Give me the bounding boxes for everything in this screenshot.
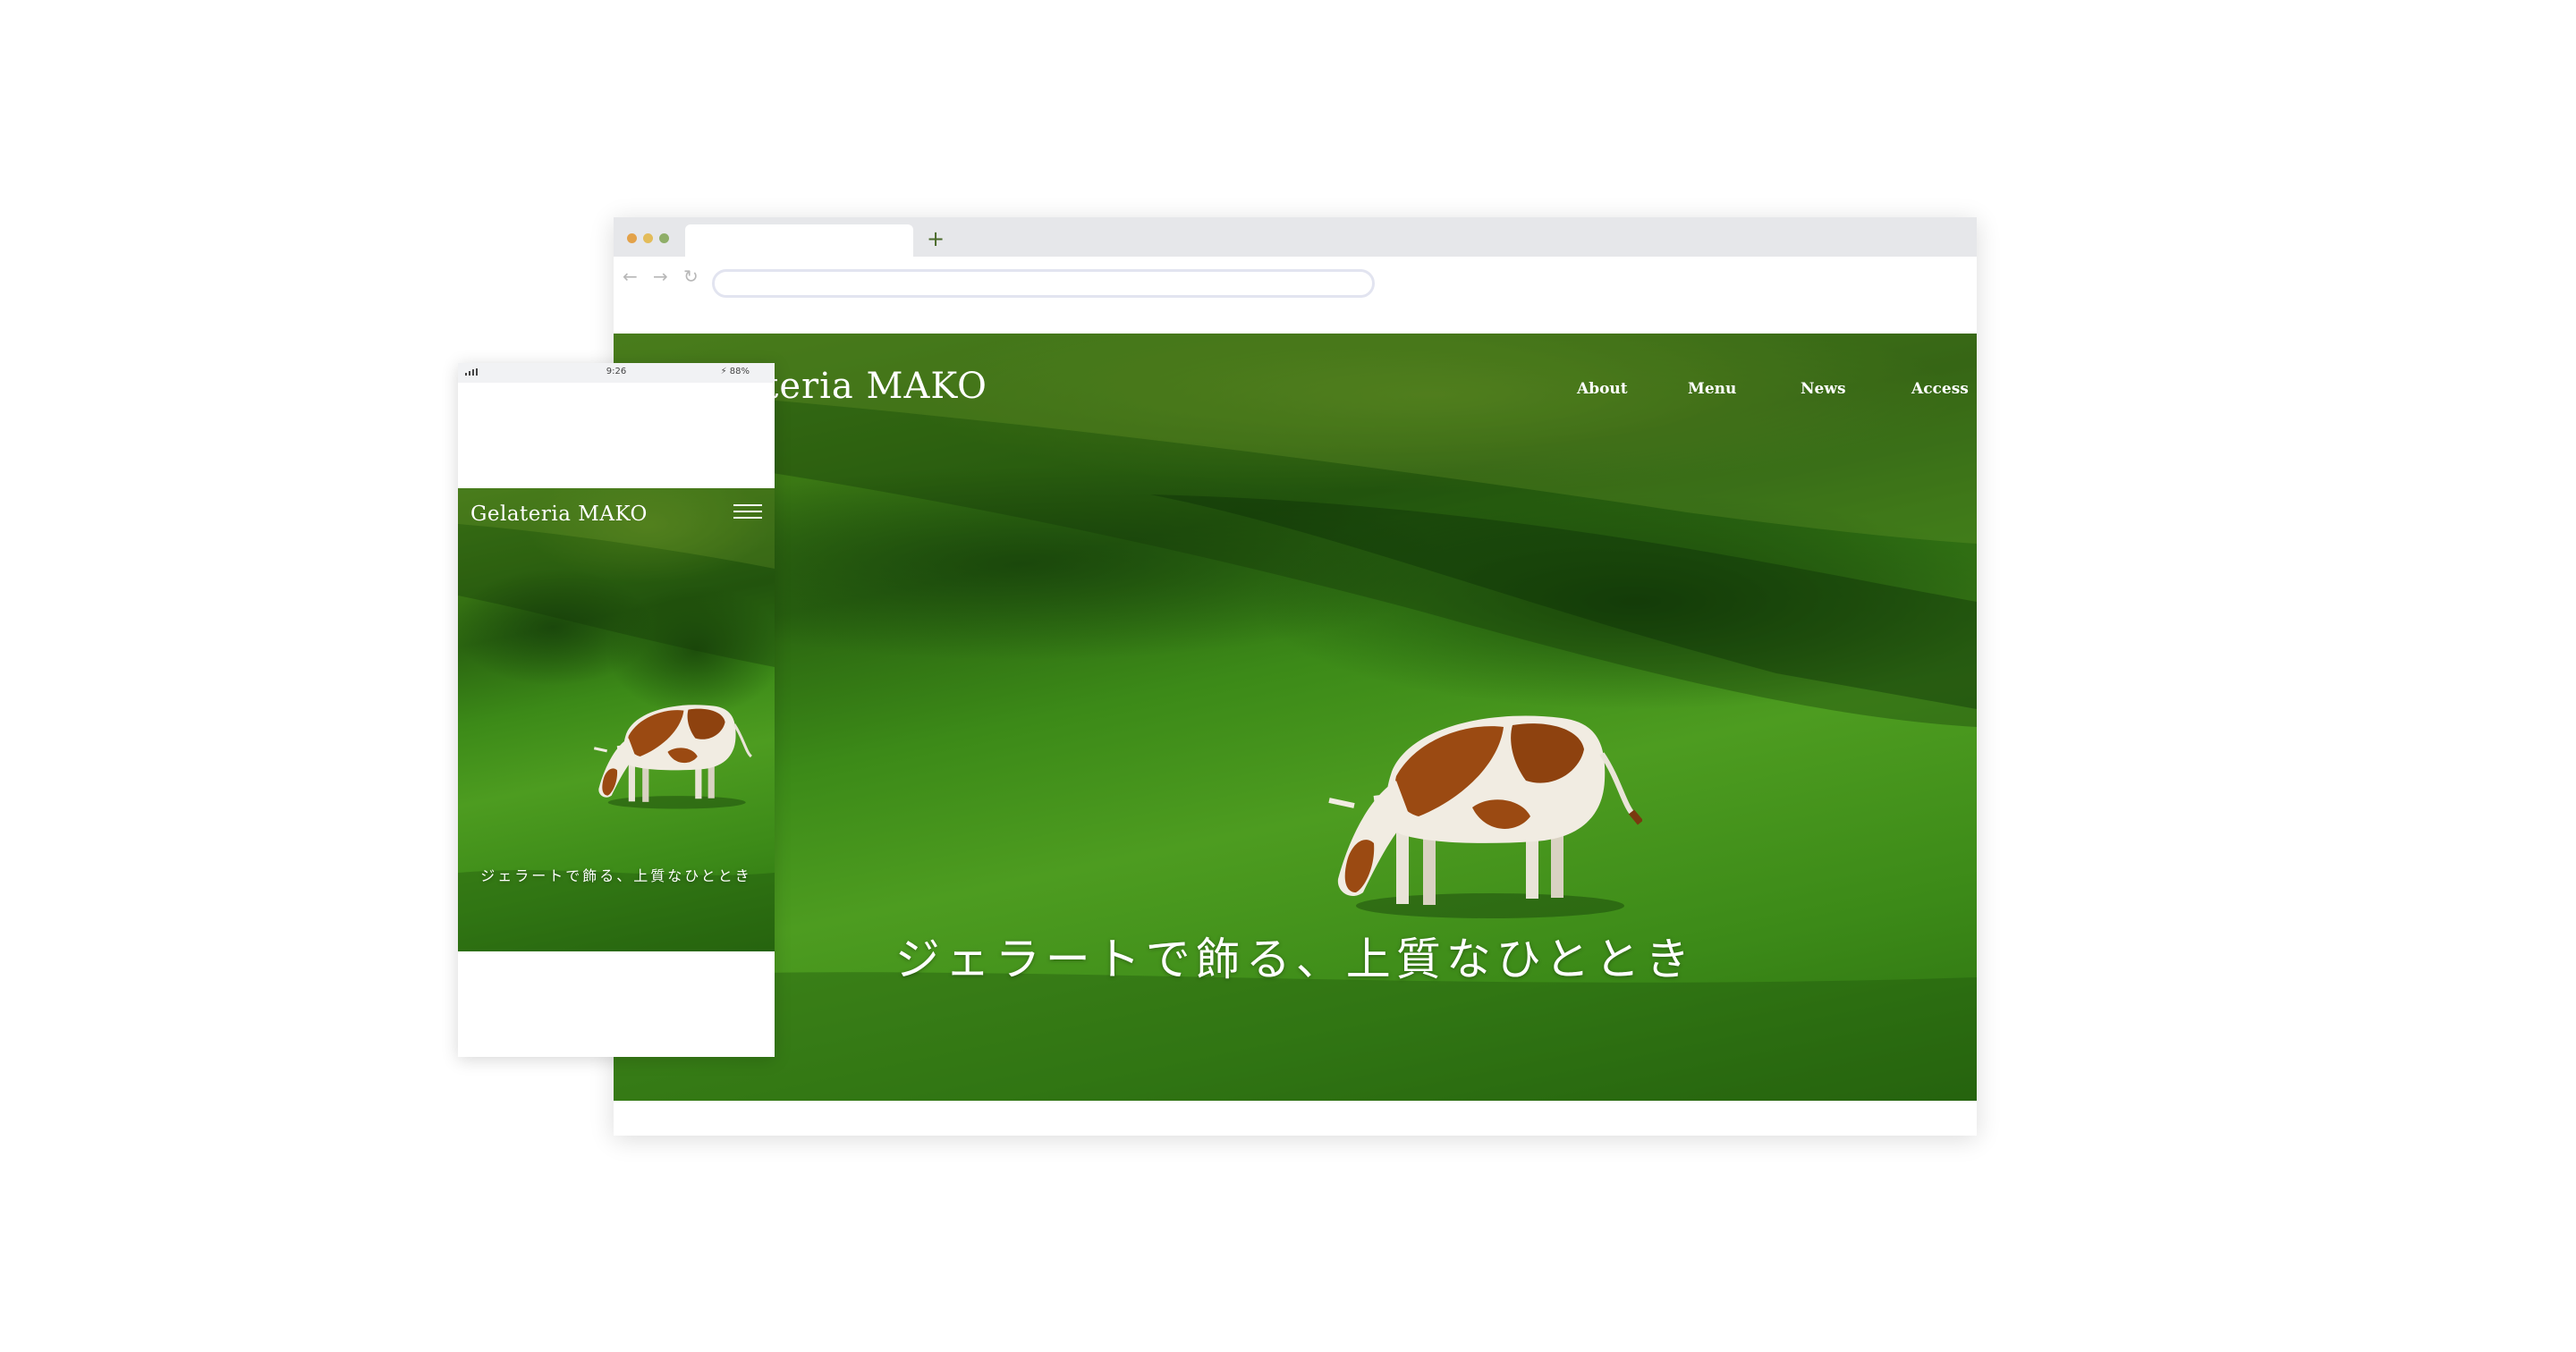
mobile-cow-illustration — [593, 705, 753, 809]
address-bar[interactable] — [712, 269, 1375, 298]
mobile-hero-tagline: ジェラートで飾る、上質なひととき — [480, 867, 752, 884]
hamburger-menu-icon[interactable] — [733, 504, 762, 522]
back-arrow-icon[interactable]: ← — [623, 266, 638, 287]
desktop-browser-mockup: + ← → ↻ Gelateria MAKO About Menu News A… — [614, 217, 1977, 1136]
nav-news[interactable]: News — [1801, 380, 1846, 398]
hero-image: Gelateria MAKO About Menu News Access ジェ… — [614, 334, 1977, 1101]
reload-icon[interactable]: ↻ — [683, 266, 699, 287]
hero-tagline: ジェラートで飾る、上質なひととき — [894, 934, 1696, 985]
cow-illustration — [1328, 715, 1642, 918]
browser-tab-bar: + — [614, 217, 1977, 257]
new-tab-button[interactable]: + — [927, 226, 945, 251]
browser-tab[interactable] — [685, 224, 913, 257]
battery-indicator: ⚡ 88% — [720, 367, 750, 376]
forward-arrow-icon[interactable]: → — [653, 266, 668, 287]
minimize-window-icon[interactable] — [643, 233, 653, 243]
mobile-phone-mockup: 9:26 ⚡ 88% Gelateria MAKO ジェラートで飾る、上質なひと… — [458, 363, 775, 1057]
browser-toolbar: ← → ↻ — [614, 257, 1977, 314]
nav-about[interactable]: About — [1577, 380, 1628, 398]
phone-status-bar: 9:26 ⚡ 88% — [458, 363, 775, 383]
nav-access[interactable]: Access — [1911, 380, 1969, 398]
mobile-site-logo[interactable]: Gelateria MAKO — [470, 503, 648, 526]
mobile-hero-image: Gelateria MAKO ジェラートで飾る、上質なひととき — [458, 488, 775, 951]
maximize-window-icon[interactable] — [659, 233, 669, 243]
nav-menu[interactable]: Menu — [1688, 380, 1736, 398]
close-window-icon[interactable] — [627, 233, 637, 243]
